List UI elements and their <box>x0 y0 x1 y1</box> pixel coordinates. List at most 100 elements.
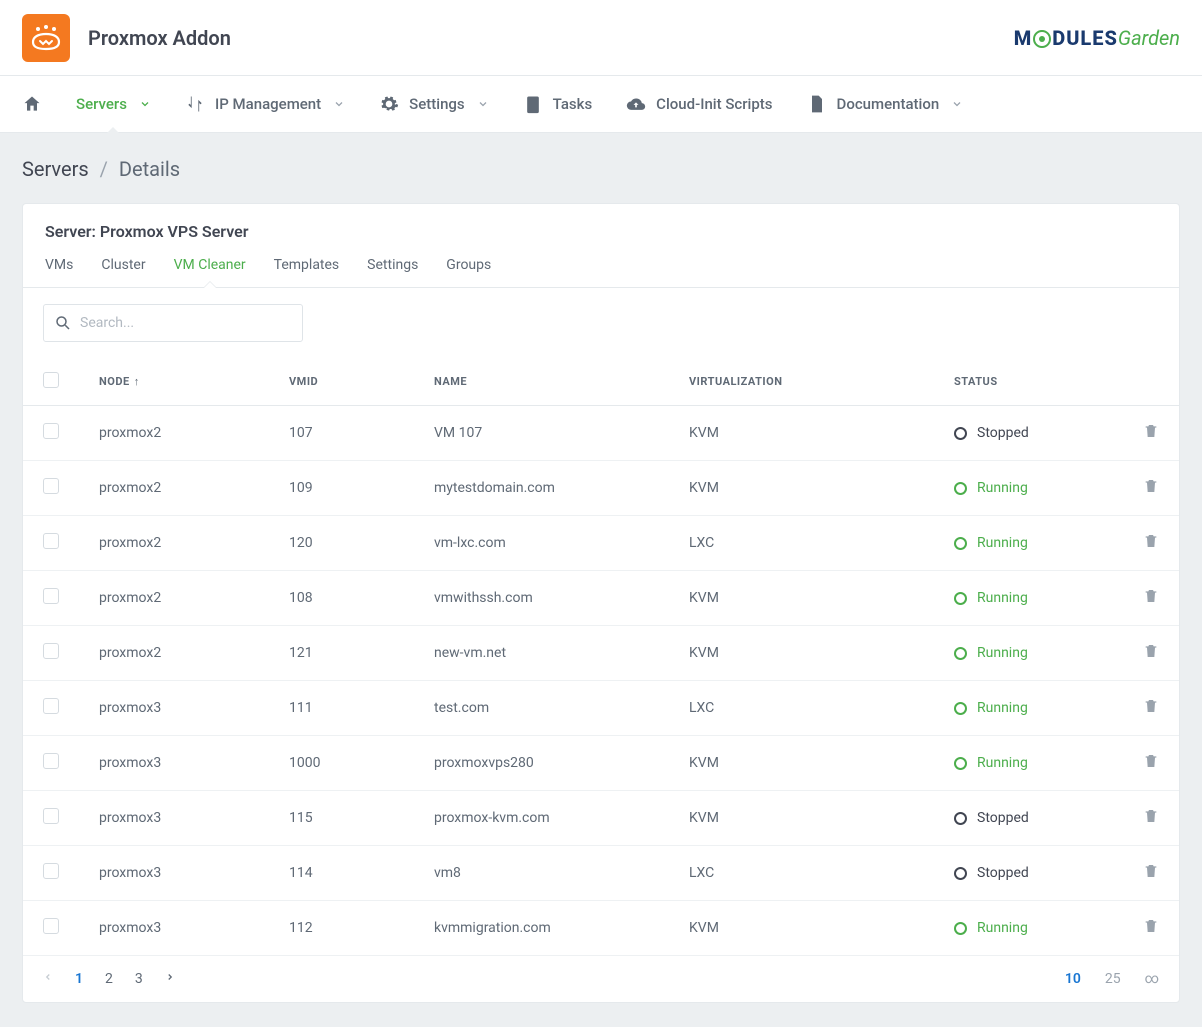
cell-vmid: 115 <box>269 791 414 846</box>
nav-label: Documentation <box>837 95 940 113</box>
nav-servers[interactable]: Servers <box>76 76 151 132</box>
nav-home[interactable] <box>22 76 42 132</box>
page-1[interactable]: 1 <box>75 971 83 987</box>
tab-settings[interactable]: Settings <box>367 257 418 287</box>
top-bar-left: Proxmox Addon <box>22 14 231 62</box>
table-row: proxmox31000proxmoxvps280KVMRunning <box>23 736 1179 791</box>
page-size-25[interactable]: 25 <box>1105 971 1121 987</box>
delete-button[interactable] <box>1143 703 1159 719</box>
nav-label: Servers <box>76 95 127 113</box>
cell-virtualization: KVM <box>669 901 934 956</box>
page-prev[interactable] <box>43 970 53 988</box>
row-checkbox[interactable] <box>43 863 59 879</box>
row-checkbox[interactable] <box>43 698 59 714</box>
nav-cloudinit[interactable]: Cloud-Init Scripts <box>626 76 772 132</box>
col-header-node[interactable]: NODE ↑ <box>79 358 269 406</box>
search-input[interactable] <box>80 315 292 331</box>
delete-button[interactable] <box>1143 593 1159 609</box>
nav-tasks[interactable]: Tasks <box>523 76 593 132</box>
delete-button[interactable] <box>1143 868 1159 884</box>
cell-vmid: 1000 <box>269 736 414 791</box>
page-size-∞[interactable]: ∞ <box>1145 971 1159 987</box>
cell-node: proxmox3 <box>79 846 269 901</box>
cell-node: proxmox3 <box>79 681 269 736</box>
nav-docs[interactable]: Documentation <box>807 76 964 132</box>
cell-vmid: 107 <box>269 406 414 461</box>
cell-name: proxmoxvps280 <box>414 736 669 791</box>
col-header-name[interactable]: NAME <box>414 358 669 406</box>
status-ring-icon <box>954 867 967 880</box>
tab-vm-cleaner[interactable]: VM Cleaner <box>174 257 246 287</box>
cell-vmid: 111 <box>269 681 414 736</box>
status-ring-icon <box>954 757 967 770</box>
select-all-checkbox[interactable] <box>43 372 59 388</box>
nav-settings[interactable]: Settings <box>379 76 489 132</box>
row-checkbox[interactable] <box>43 533 59 549</box>
delete-button[interactable] <box>1143 428 1159 444</box>
page-size-10[interactable]: 10 <box>1065 971 1081 987</box>
page-3[interactable]: 3 <box>135 971 143 987</box>
row-checkbox[interactable] <box>43 643 59 659</box>
col-header-status[interactable]: STATUS <box>934 358 1123 406</box>
cell-vmid: 109 <box>269 461 414 516</box>
tab-cluster[interactable]: Cluster <box>101 257 145 287</box>
table-row: proxmox2107VM 107KVMStopped <box>23 406 1179 461</box>
cell-node: proxmox3 <box>79 736 269 791</box>
nav-label: IP Management <box>215 95 321 113</box>
card-title: Server: Proxmox VPS Server <box>45 222 1157 241</box>
card-tabs: VMs Cluster VM Cleaner Templates Settings Gro… <box>23 257 1179 288</box>
cell-name: vm8 <box>414 846 669 901</box>
page-next[interactable] <box>165 970 175 988</box>
status-ring-icon <box>954 427 967 440</box>
col-node-label: NODE <box>99 375 130 388</box>
breadcrumb: Servers / Details <box>22 157 1180 181</box>
cell-vmid: 108 <box>269 571 414 626</box>
row-checkbox[interactable] <box>43 588 59 604</box>
row-checkbox[interactable] <box>43 918 59 934</box>
cell-node: proxmox2 <box>79 571 269 626</box>
chevron-down-icon <box>333 98 345 110</box>
cell-name: vmwithssh.com <box>414 571 669 626</box>
status-text: Running <box>977 755 1028 771</box>
page-2[interactable]: 2 <box>105 971 113 987</box>
table-row: proxmox2108vmwithssh.comKVMRunning <box>23 571 1179 626</box>
table-row: proxmox2109mytestdomain.comKVMRunning <box>23 461 1179 516</box>
delete-button[interactable] <box>1143 923 1159 939</box>
breadcrumb-root[interactable]: Servers <box>22 157 89 181</box>
row-checkbox[interactable] <box>43 423 59 439</box>
cell-status: Stopped <box>934 406 1123 461</box>
delete-button[interactable] <box>1143 813 1159 829</box>
sort-asc-icon: ↑ <box>134 375 140 388</box>
home-icon <box>22 94 42 114</box>
cell-vmid: 112 <box>269 901 414 956</box>
delete-button[interactable] <box>1143 648 1159 664</box>
col-header-vmid[interactable]: VMID <box>269 358 414 406</box>
brand-part3: Garden <box>1118 26 1180 50</box>
breadcrumb-separator: / <box>100 157 108 181</box>
delete-button[interactable] <box>1143 758 1159 774</box>
cloud-icon <box>626 94 646 114</box>
tab-templates[interactable]: Templates <box>274 257 340 287</box>
col-header-virtualization[interactable]: VIRTUALIZATION <box>669 358 934 406</box>
status-ring-icon <box>954 812 967 825</box>
nav-label: Settings <box>409 95 465 113</box>
row-checkbox[interactable] <box>43 478 59 494</box>
server-card: Server: Proxmox VPS Server VMs Cluster VM … <box>22 203 1180 1003</box>
chevron-down-icon <box>477 98 489 110</box>
cell-name: mytestdomain.com <box>414 461 669 516</box>
page-body: Servers / Details Server: Proxmox VPS Se… <box>0 133 1202 1027</box>
status-ring-icon <box>954 922 967 935</box>
cell-status: Running <box>934 626 1123 681</box>
vm-table: NODE ↑ VMID NAME VIRTUALIZATION STATUS pr… <box>23 358 1179 956</box>
nav-ip[interactable]: IP Management <box>185 76 345 132</box>
brand-part2: DULES <box>1052 26 1118 50</box>
search-box[interactable] <box>43 304 303 342</box>
cell-virtualization: KVM <box>669 406 934 461</box>
tab-vms[interactable]: VMs <box>45 257 73 287</box>
delete-button[interactable] <box>1143 538 1159 554</box>
row-checkbox[interactable] <box>43 808 59 824</box>
tab-groups[interactable]: Groups <box>446 257 491 287</box>
row-checkbox[interactable] <box>43 753 59 769</box>
status-text: Running <box>977 480 1028 496</box>
delete-button[interactable] <box>1143 483 1159 499</box>
